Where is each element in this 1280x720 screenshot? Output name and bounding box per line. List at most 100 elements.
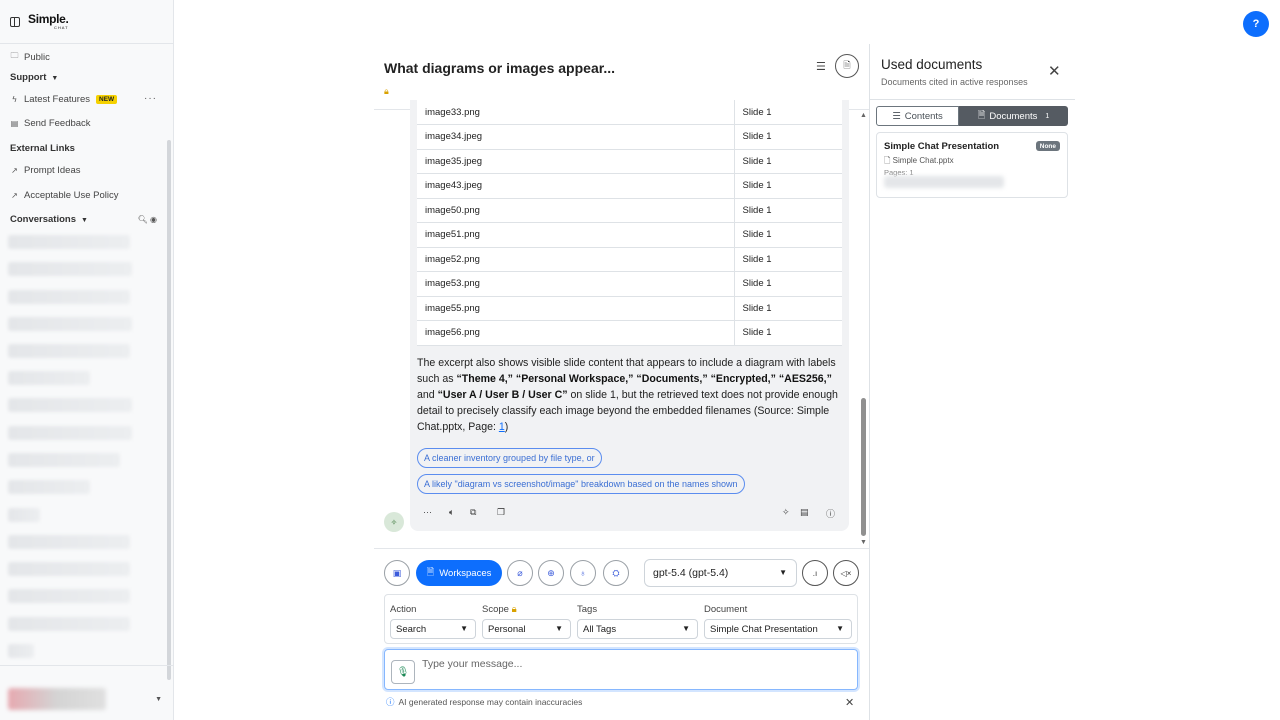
slide-cell: Slide 1 — [733, 198, 842, 223]
more-options-icon[interactable]: ··· — [423, 507, 432, 517]
conversation-item[interactable] — [8, 371, 90, 385]
external-link-icon: ↗ — [11, 166, 18, 175]
filter-lines-icon[interactable]: ☰ — [816, 60, 826, 73]
search-filters: Action Search ▼ Scope 🔒︎ Personal ▼ Tags A… — [384, 594, 858, 644]
conversation-item[interactable] — [8, 317, 132, 331]
conversation-item[interactable] — [8, 290, 130, 304]
lightning-icon: ϟ — [12, 95, 17, 104]
workspaces-button[interactable]: 🗎 Workspaces — [416, 560, 502, 586]
prompt-ideas-button[interactable]: ♁ — [570, 560, 596, 586]
close-icon[interactable]: ✕ — [1048, 62, 1061, 80]
tab-documents[interactable]: 🗎 Documents 1 — [959, 106, 1068, 126]
sidebar-item-latest-features[interactable]: ϟ Latest Features NEW — [10, 94, 118, 105]
sparkle-icon[interactable]: ✧ — [782, 507, 790, 518]
slide-cell: Slide 1 — [733, 149, 842, 174]
conversation-item[interactable] — [8, 480, 90, 494]
conversation-item[interactable] — [8, 398, 132, 412]
document-title: Simple Chat Presentation — [884, 141, 1000, 152]
scope-label: Scope 🔒︎ — [482, 604, 517, 615]
tags-select[interactable]: All Tags ▼ — [577, 619, 698, 639]
ai-disclaimer: ⓘ AI generated response may contain inacc… — [386, 697, 583, 707]
conversation-item[interactable] — [8, 262, 132, 276]
assistant-avatar: ✧ — [384, 512, 404, 532]
sidebar-item-prompt-ideas[interactable]: ↗ Prompt Ideas — [10, 165, 80, 176]
conversation-item[interactable] — [8, 426, 132, 440]
microphone-button[interactable]: 🎙︎ — [391, 660, 415, 684]
attach-button[interactable]: ⌀ — [507, 560, 533, 586]
message-actions: ··· 🔈︎ ⧉ ❐ ✧ ▤ ⓘ — [410, 507, 849, 523]
document-label: Document — [704, 604, 748, 615]
sidebar-item-public[interactable]: 🗀 Public — [10, 50, 50, 64]
table-row: image56.png Slide 1 — [417, 320, 842, 346]
document-file: 🗋 Simple Chat.pptx — [884, 156, 954, 165]
info-icon[interactable]: ⓘ — [826, 507, 835, 520]
scroll-up-icon[interactable]: ▲ — [860, 112, 867, 119]
conversation-item[interactable] — [8, 235, 130, 249]
conversation-item[interactable] — [8, 589, 130, 603]
scroll-down-icon[interactable]: ▼ — [860, 539, 867, 546]
conversation-search-icon[interactable]: 🔍︎ ◉ — [138, 215, 157, 224]
document-select[interactable]: Simple Chat Presentation ▼ — [704, 619, 852, 639]
table-row: image53.png Slide 1 — [417, 271, 842, 297]
help-button[interactable]: ? — [1243, 11, 1269, 37]
conversation-item[interactable] — [8, 344, 130, 358]
sidebar-item-acceptable-use-policy[interactable]: ↗ Acceptable Use Policy — [10, 190, 118, 201]
user-profile-bar[interactable]: ▼ — [0, 665, 174, 720]
agent-button[interactable]: ⛭ — [603, 560, 629, 586]
message-placeholder: Type your message... — [422, 658, 523, 670]
action-select[interactable]: Search ▼ — [390, 619, 476, 639]
sidebar-scrollbar[interactable] — [167, 140, 171, 680]
image-icon: ▣ — [392, 567, 402, 578]
suggestion-chip[interactable]: A likely "diagram vs screenshot/image" b… — [417, 474, 745, 494]
conversation-item[interactable] — [8, 453, 120, 467]
sidebar-item-send-feedback[interactable]: ▤ Send Feedback — [10, 118, 91, 129]
image-upload-button[interactable]: ▣ — [384, 560, 410, 586]
image-filename-cell: image52.png — [417, 247, 734, 272]
model-select[interactable]: gpt-5.4 (gpt-5.4) ▼ — [644, 559, 797, 587]
suggestion-chip[interactable]: A cleaner inventory grouped by file type… — [417, 448, 602, 468]
lock-icon: 🔒︎ — [511, 604, 517, 615]
message-input[interactable]: 🎙︎ Type your message... — [384, 649, 858, 690]
sidebar-toggle-icon[interactable] — [10, 16, 20, 27]
tab-contents[interactable]: ☰ Contents — [876, 106, 959, 126]
document-card[interactable]: Simple Chat Presentation None 🗋 Simple C… — [876, 132, 1068, 198]
conversation-item[interactable] — [8, 562, 130, 576]
web-search-button[interactable]: ⊕ — [538, 560, 564, 586]
app-logo[interactable]: Simple. CHAT — [28, 13, 69, 30]
scrollbar-thumb[interactable] — [861, 398, 866, 536]
table-row: image35.jpeg Slide 1 — [417, 149, 842, 174]
slide-cell: Slide 1 — [733, 296, 842, 321]
chat-scrollbar[interactable]: ▲ ▼ — [860, 112, 868, 548]
voice-toggle-button[interactable]: ◁× — [833, 560, 859, 586]
conversation-item[interactable] — [8, 617, 130, 631]
copy-icon[interactable]: ⧉ — [470, 507, 476, 518]
image-filename-cell: image55.png — [417, 296, 734, 321]
scope-select[interactable]: Personal ▼ — [482, 619, 571, 639]
close-icon[interactable]: ✕ — [845, 696, 854, 709]
used-documents-panel: Used documents Documents cited in active… — [869, 44, 1280, 720]
support-section-toggle[interactable]: Support ▼ — [10, 72, 58, 83]
image-filename-cell: image51.png — [417, 222, 734, 248]
slide-cell: Slide 1 — [733, 247, 842, 272]
speaker-icon[interactable]: 🔈︎ — [449, 507, 454, 518]
slide-cell: Slide 1 — [733, 271, 842, 297]
chevron-down-icon: ▼ — [555, 624, 563, 633]
slide-cell: Slide 1 — [733, 124, 842, 150]
info-icon: ⓘ — [386, 697, 395, 707]
more-options-icon[interactable]: ··· — [144, 93, 157, 104]
conversation-item[interactable] — [8, 644, 34, 658]
image-filename-cell: image43.jpeg — [417, 173, 734, 199]
conversation-item[interactable] — [8, 508, 40, 522]
chat-area: What diagrams or images appear... 🔒︎ ☰ 🗎… — [374, 0, 870, 720]
panel-subtitle: Documents cited in active responses — [881, 77, 1028, 87]
image-filename-cell: image56.png — [417, 320, 734, 346]
notes-icon[interactable]: ▤ — [800, 507, 809, 518]
panel-divider — [870, 99, 1075, 100]
chevron-down-icon: ▼ — [836, 624, 844, 633]
document-panel-button[interactable]: 🗎 — [835, 54, 859, 78]
conversation-item[interactable] — [8, 535, 130, 549]
document-icon: 🗎 — [426, 567, 435, 578]
conversations-section-toggle[interactable]: Conversations ▼ — [10, 214, 88, 225]
reasoning-button[interactable]: .ı — [802, 560, 828, 586]
duplicate-icon[interactable]: ❐ — [497, 507, 505, 518]
